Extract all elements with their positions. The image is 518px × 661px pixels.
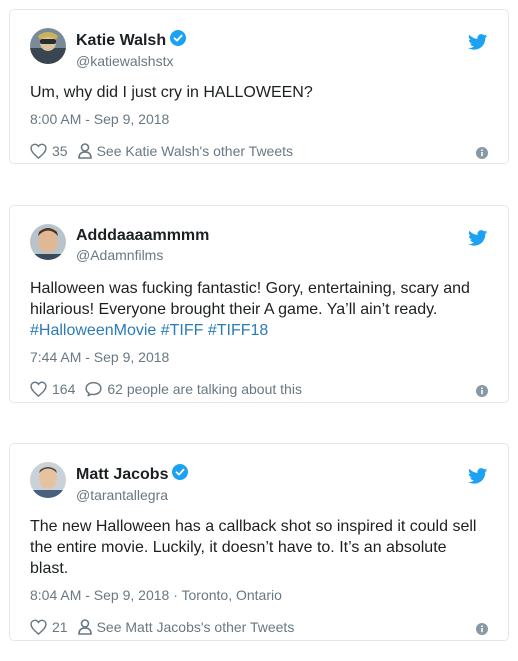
tweet-text: Halloween was fucking fantastic! Gory, e… [30,278,488,341]
person-icon [77,143,92,159]
handle[interactable]: @tarantallegra [76,486,188,504]
heart-icon [30,619,47,635]
tweet-text: The new Halloween has a callback shot so… [30,518,477,577]
verified-badge-icon [170,30,187,52]
author-names: Matt Jacobs @tarantallegra [76,464,189,504]
info-icon[interactable] [476,146,488,162]
see-other-tweets-label[interactable]: See Katie Walsh's other Tweets [97,143,293,159]
timestamp[interactable]: 8:00 AM - Sep 9, 2018 [30,111,169,127]
tweet-timestamp: 8:04 AM - Sep 9, 2018 · Toronto, Ontario [30,586,488,604]
tweet-card[interactable]: Matt Jacobs @tarantallegra The new Hallo… [9,443,509,641]
handle[interactable]: @Adamnfilms [76,246,209,264]
like-count: 21 [52,619,68,635]
tweet-header: Katie Walsh @katiewalshstx [30,26,488,74]
tweet-actions: 35 See Katie Walsh's other Tweets [30,134,488,168]
info-icon[interactable] [476,384,488,400]
author-names: Katie Walsh @katiewalshstx [76,30,187,70]
twitter-bird-icon[interactable] [468,468,488,489]
display-name[interactable]: Adddaaaammmm [76,226,209,246]
display-name[interactable]: Katie Walsh [76,31,166,51]
timestamp[interactable]: 7:44 AM - Sep 9, 2018 [30,349,169,365]
like-count: 35 [52,143,68,159]
tweet-header: Matt Jacobs @tarantallegra [30,460,488,508]
tweet-card[interactable]: Adddaaaammmm @Adamnfilms Halloween was f… [9,205,509,403]
see-other-tweets-label[interactable]: See Matt Jacobs's other Tweets [97,619,295,635]
conversation-link[interactable]: 62 people are talking about this [85,381,302,397]
tweet-timestamp[interactable]: 7:44 AM - Sep 9, 2018 [30,348,488,366]
avatar[interactable] [30,462,66,498]
conversation-label[interactable]: 62 people are talking about this [107,381,302,397]
twitter-bird-icon[interactable] [468,230,488,251]
like-count: 164 [52,381,76,397]
tweet-timestamp[interactable]: 8:00 AM - Sep 9, 2018 [30,110,488,128]
author-names: Adddaaaammmm @Adamnfilms [76,226,209,264]
person-icon [77,619,92,635]
see-other-tweets-link[interactable]: See Matt Jacobs's other Tweets [77,619,295,635]
info-icon[interactable] [476,622,488,638]
heart-icon [30,381,47,397]
handle[interactable]: @katiewalshstx [76,52,186,70]
hashtag-links[interactable]: #HalloweenMovie #TIFF #TIFF18 [30,322,268,339]
avatar[interactable] [30,224,66,260]
like-button[interactable]: 21 [30,619,68,635]
avatar[interactable] [30,28,66,64]
timestamp[interactable]: 8:04 AM - Sep 9, 2018 [30,587,169,603]
tweet-header: Adddaaaammmm @Adamnfilms [30,222,488,270]
twitter-bird-icon[interactable] [468,34,488,55]
tweet-actions: 164 62 people are talking about this [30,372,488,406]
like-button[interactable]: 164 [30,381,75,397]
verified-badge-icon [172,464,189,486]
heart-icon [30,143,47,159]
tweet-actions: 21 See Matt Jacobs's other Tweets [30,610,488,644]
reply-bubble-icon [85,381,102,397]
tweet-text: Um, why did I just cry in HALLOWEEN? [30,84,313,101]
location[interactable]: · Toronto, Ontario [169,587,282,603]
see-other-tweets-link[interactable]: See Katie Walsh's other Tweets [77,143,293,159]
like-button[interactable]: 35 [30,143,68,159]
tweet-card[interactable]: Katie Walsh @katiewalshstx Um, why did I… [9,9,509,164]
tweet-body: Halloween was fucking fantastic! Gory, e… [30,280,470,318]
display-name[interactable]: Matt Jacobs [76,465,168,485]
